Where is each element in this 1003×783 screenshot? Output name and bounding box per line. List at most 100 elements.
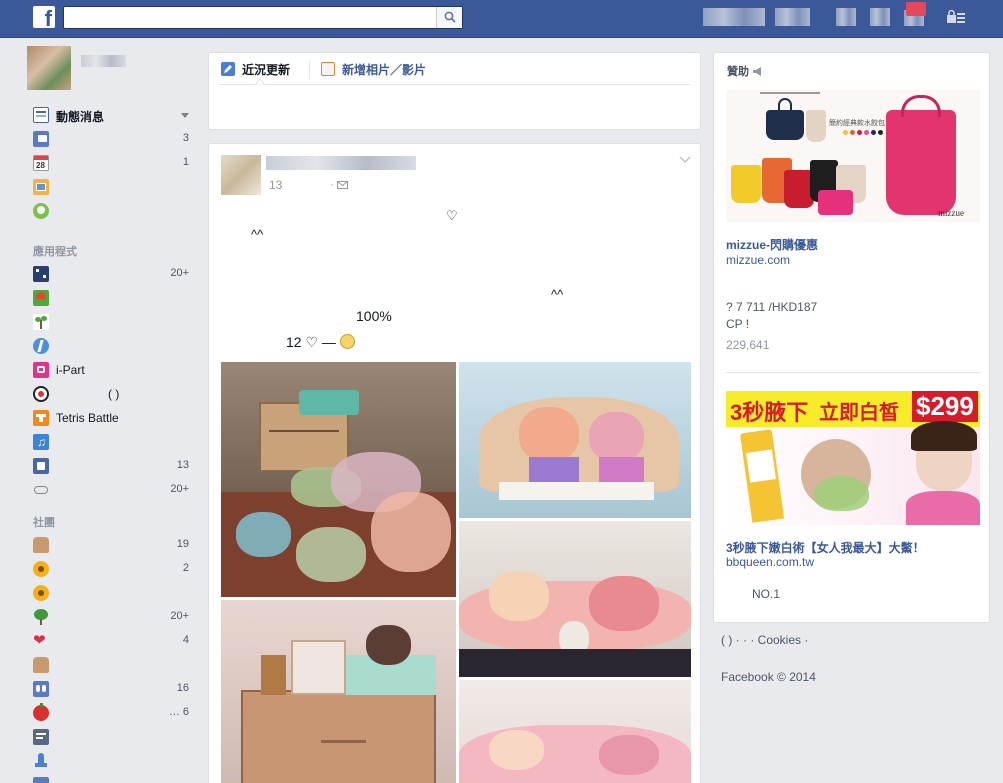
sidebar-count: 13 [176,459,189,471]
post-text: ♡ [446,208,458,223]
apps-section-title: 應用程式 [33,246,77,258]
ipart-icon [33,362,49,378]
sidebar-item-app[interactable] [33,290,193,308]
ad-domain-link[interactable]: mizzue.com [726,253,790,267]
notification-badge [906,2,926,16]
app-farm-icon [33,290,49,306]
sidebar-item-events[interactable]: 28 1 [33,155,193,173]
sidebar-item-app[interactable] [33,338,193,356]
search-input[interactable] [64,7,436,28]
chevron-down-icon[interactable] [679,156,691,164]
envelope-icon [336,181,348,189]
search-button[interactable] [436,7,462,28]
photo-icon [321,62,335,76]
post-photo[interactable] [221,600,456,783]
profile-link-blurred[interactable] [703,8,765,26]
sidebar-item-group[interactable]: ❤ 4 [33,633,193,651]
rocket-icon [33,753,49,769]
sidebar-item-news-feed[interactable]: 動態消息 [33,107,193,125]
sidebar-count: 16 [176,682,189,694]
feed-post: 13 · ♡ ^^ ^^ 100% 12 ♡ — [208,143,701,783]
ad-title-link[interactable]: mizzue-閃購優惠 [726,236,818,253]
sidebar-item-pages-feed[interactable]: 13 [33,458,193,476]
sidebar-item-app[interactable]: ( ) [33,386,193,404]
news-feed-icon [33,107,49,123]
home-link-blurred[interactable] [775,8,810,26]
sidebar-item-group[interactable]: 19 [33,537,193,555]
post-photo[interactable] [459,362,691,518]
sidebar-item-rocket[interactable] [33,753,193,771]
sidebar-item-group[interactable] [33,657,193,675]
pencil-icon [221,62,235,76]
tab-add-photo-video[interactable]: 新增相片／影片 [321,61,426,81]
sidebar-item-group[interactable]: 16 [33,681,193,699]
sidebar-count: 20+ [170,483,189,495]
ad-body-text: NO.1 [752,587,781,601]
megaphone-icon [753,67,762,76]
pages-feed-icon [33,458,49,474]
search-box [63,6,463,29]
composer: 近況更新 新增相片／影片 [208,52,701,130]
friends-icon [33,203,49,219]
sidebar-count: 1 [182,156,189,168]
sidebar-item-app[interactable] [33,314,193,332]
tetris-icon [33,410,49,426]
sidebar-item-group[interactable] [33,585,193,603]
sidebar-item-photos[interactable] [33,179,193,197]
left-nav: 動態消息 3 28 1 應用程式 20+ i-Part () Tetris B… [0,38,200,783]
post-photo[interactable] [459,680,691,783]
sponsored-title[interactable]: 贊助 [727,63,763,79]
friend-requests-icon[interactable] [836,8,856,26]
post-text: ^^ [551,287,564,302]
sidebar-item-notes[interactable] [33,729,193,747]
sidebar-item-more[interactable] [33,777,193,783]
sidebar-item-tetris-battle[interactable]: Tetris Battle [33,410,193,428]
ad-image-brand: mizzue [938,208,964,218]
facebook-logo[interactable]: f [33,6,55,30]
top-bar: f [0,0,1003,38]
sidebar-item-ipart[interactable]: i-Part [33,362,193,380]
ad-image-caption: 簡約經典款水餃包 [829,120,885,127]
lock-icon[interactable] [946,10,966,24]
post-author-avatar[interactable] [221,155,261,195]
sidebar-item-app[interactable]: 20+ [33,266,193,284]
sidebar-item-group[interactable]: 2 [33,561,193,579]
post-photo[interactable] [221,362,456,597]
sidebar-item-group[interactable]: … 6 [33,703,193,723]
ad-divider [726,372,980,373]
group-fist-icon [33,657,49,673]
post-photo[interactable] [459,521,691,677]
tree-icon [33,609,49,625]
right-column: 贊助 簡約經典款水餃包 mizzue mizzue-閃購優惠 mizzue.co… [713,52,990,623]
ad-image-bbqueen[interactable]: 3秒腋下 立即白皙 $299 [726,391,980,525]
ad-title-link[interactable]: 3秒腋下嫩白術【女人我最大】大鱉！ [726,539,925,556]
events-icon: 28 [33,155,49,171]
app-games-icon [33,266,49,282]
sidebar-item-group[interactable]: 20+ [33,609,193,627]
sidebar-item-music[interactable]: ♫ [33,434,193,452]
ad-like-count[interactable]: 229,641 [726,338,769,352]
photos-icon [33,179,49,195]
sidebar-count: 19 [176,538,189,550]
sidebar-item-messages[interactable]: 3 [33,131,193,149]
sidebar-item-friends[interactable] [33,203,193,221]
ad-domain-link[interactable]: bbqueen.com.tw [726,555,814,569]
profile-name-blurred[interactable] [81,55,126,67]
messages-icon[interactable] [870,8,890,26]
sidebar-count: … 6 [168,706,189,718]
post-timestamp[interactable]: 13 [269,178,282,192]
composer-divider [219,84,690,85]
footer-links[interactable]: ( ) · · · Cookies · [721,633,991,647]
more-icon [33,777,49,783]
sidebar-count: 2 [182,562,189,574]
sidebar-item-games[interactable]: 20+ [33,482,193,500]
tab-status-update[interactable]: 近況更新 [221,61,290,81]
ad-body-text: ? 7 711 /HKD187 [726,300,818,314]
avatar[interactable] [27,46,71,90]
ad-image-mizzue[interactable]: 簡約經典款水餃包 mizzue [726,90,980,222]
post-privacy[interactable]: · [330,179,348,191]
search-icon [444,11,456,23]
sidebar-item-label: 動態消息 [56,110,105,124]
chevron-down-icon[interactable] [181,113,189,118]
post-author-name-blurred[interactable] [266,156,416,170]
